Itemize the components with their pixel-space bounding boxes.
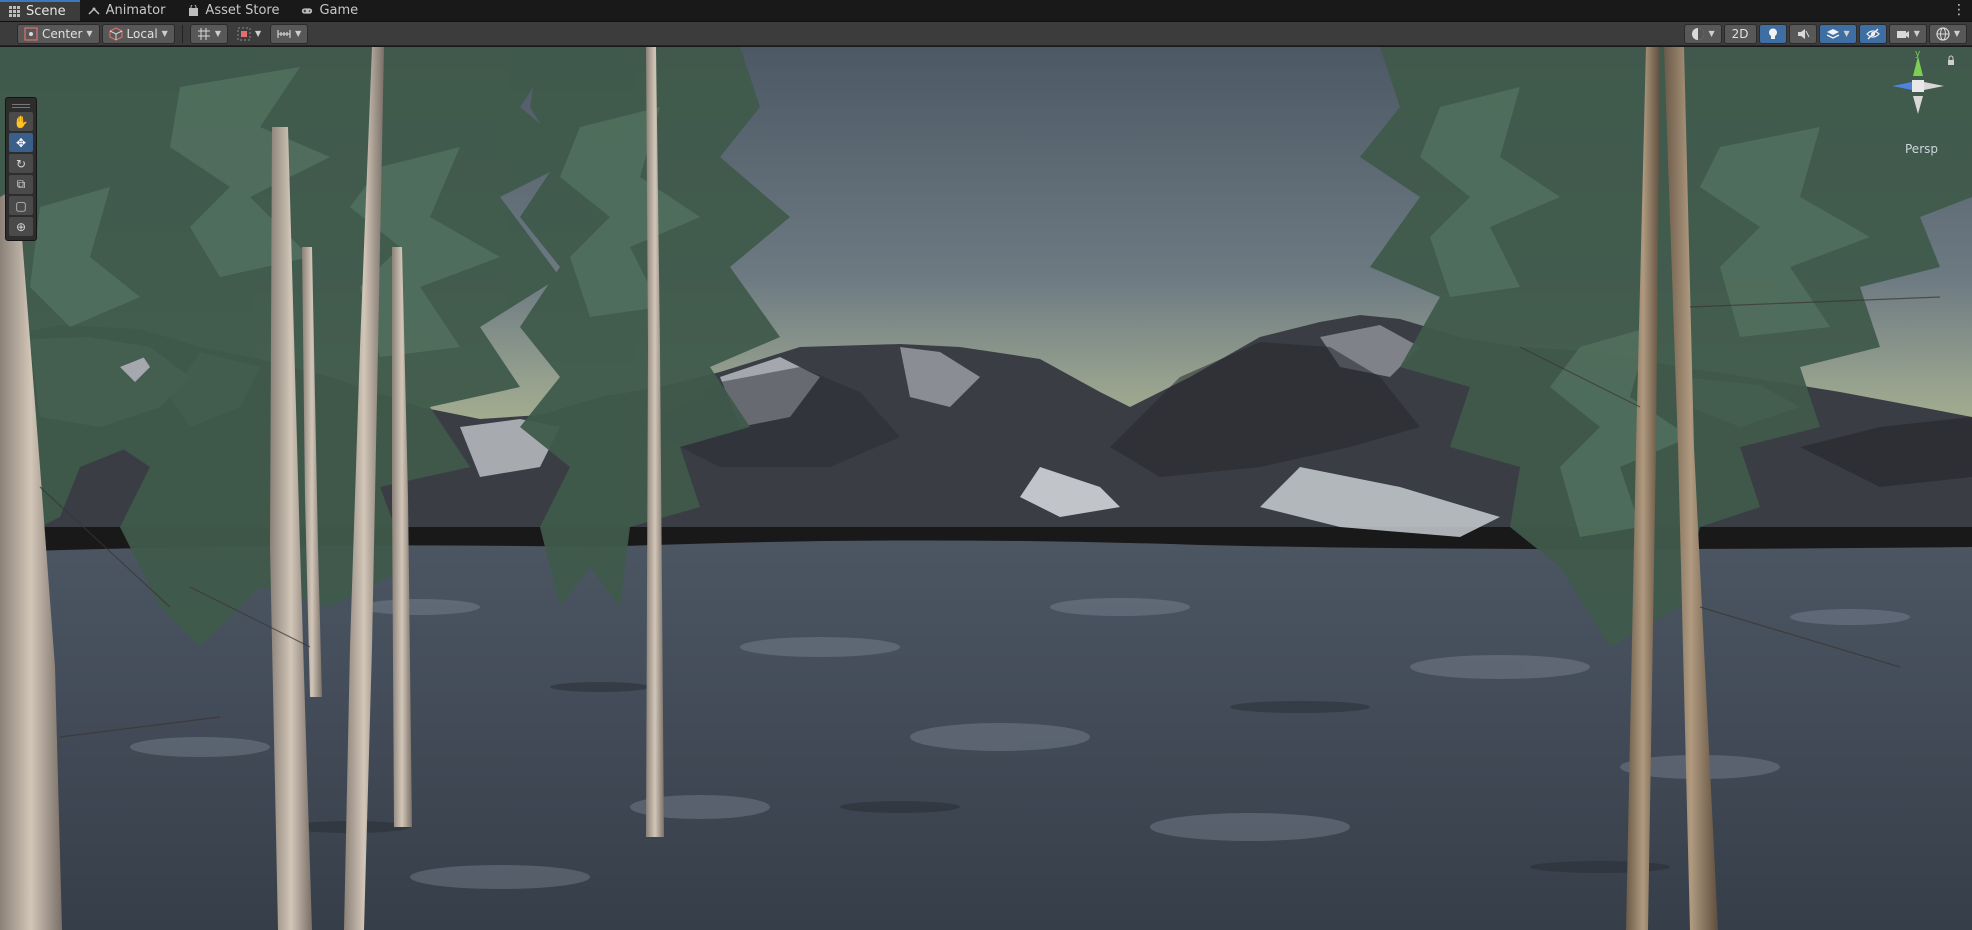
tab-asset-store-label: Asset Store: [205, 3, 280, 18]
chevron-down-icon: ▼: [1843, 29, 1850, 38]
tab-scene-label: Scene: [26, 4, 66, 19]
gamepad-icon: [301, 5, 313, 17]
speaker-muted-icon: [1796, 27, 1810, 41]
chevron-down-icon: ▼: [295, 29, 302, 38]
scene-visibility-toggle[interactable]: [1858, 23, 1887, 44]
cube-local-icon: [108, 26, 123, 41]
layers-effects-icon: [1826, 27, 1840, 41]
neg-y-axis-cone[interactable]: [1913, 96, 1923, 114]
x-axis-cone[interactable]: [1892, 82, 1912, 90]
tab-asset-store[interactable]: Asset Store: [179, 0, 293, 21]
pivot-center-icon: [24, 26, 38, 41]
animator-icon: [88, 5, 100, 17]
hand-tool-button[interactable]: ✋: [9, 112, 33, 131]
grid-visibility-button[interactable]: ▼: [189, 23, 228, 44]
hand-icon: ✋: [13, 114, 29, 129]
chevron-down-icon: ▼: [1708, 29, 1715, 38]
lighting-toggle[interactable]: [1758, 23, 1787, 44]
rotate-icon: ↻: [15, 156, 27, 171]
y-axis-label: y: [1915, 50, 1921, 59]
rect-tool-button[interactable]: ▢: [9, 196, 33, 215]
scene-toolbar: Center ▼ Local ▼ ▼ ▼ ▼ ▼ 2D ▼ ▼ ▼: [0, 22, 1972, 46]
tab-game-label: Game: [319, 3, 359, 18]
mode-2d-toggle[interactable]: 2D: [1723, 23, 1757, 44]
toolbar-separator: [181, 24, 183, 43]
bag-icon: [187, 4, 199, 17]
grid-snapping-button[interactable]: ▼: [230, 24, 268, 44]
eye-hidden-icon: [1865, 27, 1880, 41]
grid-icon: [8, 6, 20, 18]
scale-tool-button[interactable]: ⧉: [9, 175, 33, 194]
drag-handle[interactable]: [12, 104, 30, 108]
tab-animator[interactable]: Animator: [80, 0, 180, 21]
rotate-tool-button[interactable]: ↻: [9, 154, 33, 173]
chevron-down-icon: ▼: [161, 29, 168, 38]
ruler-icon: [277, 27, 291, 41]
pivot-space-dropdown[interactable]: Local ▼: [101, 23, 175, 44]
more-options-icon[interactable]: ⋮: [1952, 2, 1966, 18]
tab-game[interactable]: Game: [293, 0, 372, 21]
chevron-down-icon: ▼: [86, 29, 93, 38]
scale-icon: ⧉: [16, 177, 26, 191]
snap-grid-icon: [237, 27, 251, 41]
lightbulb-icon: [1766, 27, 1780, 41]
rect-transform-icon: ▢: [15, 198, 27, 213]
tab-animator-label: Animator: [105, 3, 166, 18]
editor-tab-bar: Scene Animator Asset Store Game ⋮: [0, 0, 1972, 22]
projection-label[interactable]: Persp: [1905, 142, 1938, 156]
gizmo-center-cube[interactable]: [1912, 80, 1924, 92]
chevron-down-icon: ▼: [214, 29, 221, 38]
effects-dropdown[interactable]: ▼: [1818, 23, 1857, 44]
move-tool-button[interactable]: ✥: [9, 133, 33, 152]
transform-icon: ⊕: [15, 219, 27, 234]
move-arrows-icon: ✥: [15, 135, 27, 150]
transform-tool-button[interactable]: ⊕: [9, 217, 33, 236]
tool-palette: ✋ ✥ ↻ ⧉ ▢ ⊕: [5, 97, 37, 241]
scene-camera-dropdown[interactable]: ▼: [1888, 23, 1927, 44]
draw-mode-dropdown[interactable]: ▼: [1683, 23, 1722, 44]
pivot-mode-label: Center: [42, 26, 83, 41]
chevron-down-icon: ▼: [254, 29, 262, 38]
chevron-down-icon: ▼: [1913, 29, 1920, 38]
globe-gizmo-icon: [1936, 26, 1950, 41]
increment-snapping-button[interactable]: ▼: [270, 23, 309, 44]
unity-editor: Scene Animator Asset Store Game ⋮ Center…: [0, 0, 1972, 930]
neg-x-axis-cone[interactable]: [1924, 82, 1944, 90]
camera-icon: [1896, 27, 1910, 41]
orientation-gizmo[interactable]: y: [1878, 50, 1958, 150]
pivot-mode-dropdown[interactable]: Center ▼: [17, 23, 100, 44]
tab-scene[interactable]: Scene: [0, 0, 80, 21]
audio-toggle[interactable]: [1788, 23, 1817, 44]
grid-snap-icon: [197, 27, 211, 41]
scene-viewport[interactable]: ✋ ✥ ↻ ⧉ ▢ ⊕ y Persp: [0, 47, 1972, 930]
chevron-down-icon: ▼: [1953, 29, 1960, 38]
gizmos-dropdown[interactable]: ▼: [1928, 23, 1967, 44]
y-axis-cone[interactable]: [1913, 56, 1923, 76]
shading-sphere-icon: [1691, 27, 1705, 41]
pivot-space-label: Local: [126, 26, 158, 41]
lock-icon[interactable]: [1948, 55, 1954, 65]
scene-render: [0, 47, 1972, 930]
mode-2d-label: 2D: [1731, 26, 1749, 41]
